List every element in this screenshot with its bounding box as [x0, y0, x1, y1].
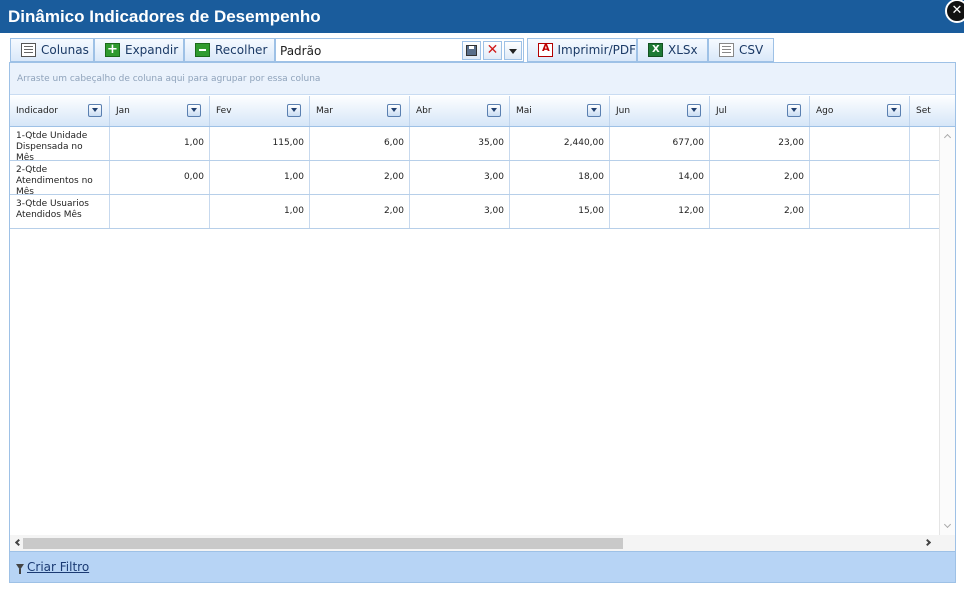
- export-xlsx-label: XLSx: [668, 43, 698, 57]
- vertical-scrollbar[interactable]: [939, 127, 955, 535]
- close-button[interactable]: ✕: [945, 0, 964, 23]
- value-cell: 6,00: [310, 127, 410, 160]
- grid-footer: Criar Filtro: [9, 552, 956, 583]
- horizontal-scroll-thumb[interactable]: [23, 538, 623, 549]
- value-cell: 2,00: [710, 161, 810, 194]
- window-titlebar: Dinâmico Indicadores de Desempenho: [0, 0, 964, 33]
- column-menu-icon[interactable]: [88, 104, 102, 117]
- column-menu-icon[interactable]: [887, 104, 901, 117]
- expand-button[interactable]: + Expandir: [94, 38, 184, 62]
- chevron-down-icon: [509, 49, 517, 54]
- value-cell: 15,00: [510, 195, 610, 228]
- column-header-indicador[interactable]: Indicador: [10, 96, 110, 126]
- collapse-button-label: Recolher: [215, 43, 268, 57]
- print-pdf-button[interactable]: Imprimir/PDF: [527, 38, 637, 62]
- row-indicador-cell: 3-Qtde Usuarios Atendidos Mês: [10, 195, 110, 228]
- column-menu-icon[interactable]: [387, 104, 401, 117]
- value-cell: 1,00: [110, 127, 210, 160]
- value-cell: 35,00: [410, 127, 510, 160]
- column-header-jul[interactable]: Jul: [710, 96, 810, 126]
- value-cell: [910, 161, 939, 194]
- value-cell: 1,00: [210, 161, 310, 194]
- pivot-grid: Arraste um cabeçalho de coluna aqui para…: [9, 62, 956, 552]
- column-header-mar[interactable]: Mar: [310, 96, 410, 126]
- export-csv-button[interactable]: CSV: [708, 38, 774, 62]
- value-cell: [910, 127, 939, 160]
- print-pdf-label: Imprimir/PDF: [557, 43, 637, 57]
- group-by-panel[interactable]: Arraste um cabeçalho de coluna aqui para…: [10, 63, 955, 95]
- layout-selector: ✕: [275, 38, 524, 62]
- value-cell: [810, 127, 910, 160]
- columns-button[interactable]: Colunas: [10, 38, 94, 62]
- value-cell: 0,00: [110, 161, 210, 194]
- column-header-fev[interactable]: Fev: [210, 96, 310, 126]
- scroll-right-icon[interactable]: [923, 538, 932, 547]
- value-cell: 3,00: [410, 195, 510, 228]
- row-indicador-cell: 2-Qtde Atendimentos no Mês: [10, 161, 110, 197]
- column-menu-icon[interactable]: [487, 104, 501, 117]
- value-cell: 3,00: [410, 161, 510, 194]
- filter-icon: [16, 564, 24, 574]
- delete-icon: ✕: [486, 42, 499, 58]
- scroll-up-icon[interactable]: [943, 133, 952, 142]
- window-title: Dinâmico Indicadores de Desempenho: [8, 7, 321, 26]
- value-cell: 12,00: [610, 195, 710, 228]
- scroll-left-icon[interactable]: [14, 538, 23, 547]
- value-cell: 1,00: [210, 195, 310, 228]
- value-cell: 2,440,00: [510, 127, 610, 160]
- export-csv-label: CSV: [739, 43, 764, 57]
- group-by-hint: Arraste um cabeçalho de coluna aqui para…: [17, 74, 321, 84]
- columns-icon: [21, 43, 36, 57]
- delete-layout-button[interactable]: ✕: [483, 41, 502, 60]
- column-menu-icon[interactable]: [587, 104, 601, 117]
- value-cell: [810, 161, 910, 194]
- value-cell: 2,00: [310, 195, 410, 228]
- scroll-down-icon[interactable]: [943, 520, 952, 529]
- pdf-icon: [538, 43, 553, 57]
- layout-name-input[interactable]: [280, 42, 455, 59]
- column-menu-icon[interactable]: [787, 104, 801, 117]
- minus-icon: [195, 43, 210, 57]
- excel-icon: [648, 43, 663, 57]
- column-header-abr[interactable]: Abr: [410, 96, 510, 126]
- grid-body: 1-Qtde Unidade Dispensada no Mês 1,00 11…: [10, 127, 939, 535]
- column-header-jan[interactable]: Jan: [110, 96, 210, 126]
- value-cell: [110, 195, 210, 228]
- column-menu-icon[interactable]: [187, 104, 201, 117]
- column-header-mai[interactable]: Mai: [510, 96, 610, 126]
- create-filter-label: Criar Filtro: [27, 560, 90, 574]
- grid-header-row: Indicador Jan Fev Mar Abr Mai Jun Jul Ag…: [10, 96, 955, 127]
- column-header-jun[interactable]: Jun: [610, 96, 710, 126]
- expand-button-label: Expandir: [125, 43, 179, 57]
- value-cell: 2,00: [310, 161, 410, 194]
- columns-button-label: Colunas: [41, 43, 89, 57]
- column-header-ago[interactable]: Ago: [810, 96, 910, 126]
- value-cell: [810, 195, 910, 228]
- column-menu-icon[interactable]: [287, 104, 301, 117]
- save-icon: [466, 45, 477, 56]
- export-xlsx-button[interactable]: XLSx: [637, 38, 708, 62]
- horizontal-scrollbar[interactable]: [10, 535, 955, 551]
- value-cell: 14,00: [610, 161, 710, 194]
- row-indicador-cell: 1-Qtde Unidade Dispensada no Mês: [10, 127, 110, 163]
- save-layout-button[interactable]: [462, 41, 481, 60]
- table-row[interactable]: 1-Qtde Unidade Dispensada no Mês 1,00 11…: [10, 127, 939, 163]
- value-cell: 18,00: [510, 161, 610, 194]
- csv-icon: [719, 43, 734, 57]
- create-filter-link[interactable]: Criar Filtro: [16, 560, 89, 574]
- plus-icon: +: [105, 43, 120, 57]
- column-menu-icon[interactable]: [687, 104, 701, 117]
- value-cell: 2,00: [710, 195, 810, 228]
- close-icon: ✕: [951, 3, 963, 18]
- layout-dropdown-button[interactable]: [504, 41, 522, 60]
- value-cell: [910, 195, 939, 228]
- value-cell: 677,00: [610, 127, 710, 160]
- grid-toolbar: Colunas + Expandir Recolher ✕ Imprimir/P…: [10, 38, 955, 62]
- table-row[interactable]: 2-Qtde Atendimentos no Mês 0,00 1,00 2,0…: [10, 161, 939, 197]
- table-row[interactable]: 3-Qtde Usuarios Atendidos Mês 1,00 2,00 …: [10, 195, 939, 229]
- value-cell: 23,00: [710, 127, 810, 160]
- value-cell: 115,00: [210, 127, 310, 160]
- collapse-button[interactable]: Recolher: [184, 38, 275, 62]
- column-header-set[interactable]: Set: [910, 96, 955, 126]
